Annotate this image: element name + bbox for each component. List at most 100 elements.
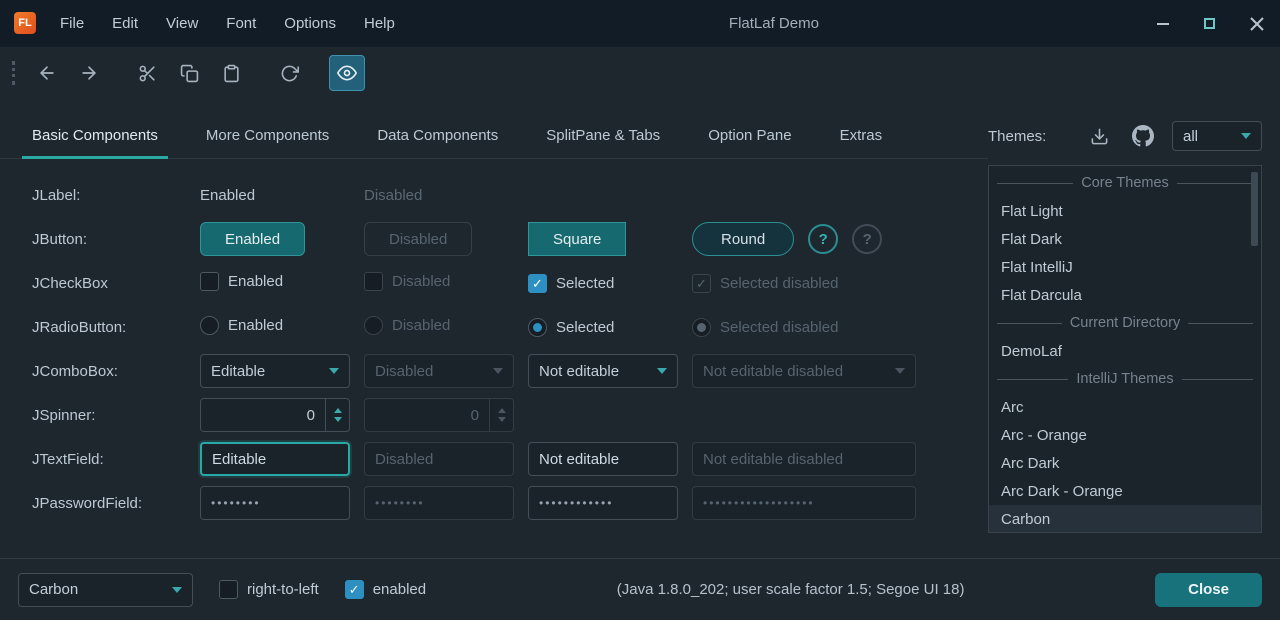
theme-item[interactable]: Flat Light	[989, 197, 1261, 225]
chevron-down-icon	[1241, 133, 1251, 139]
tab-data-components[interactable]: Data Components	[367, 113, 508, 158]
jbutton-disabled: Disabled	[364, 222, 472, 256]
theme-item[interactable]: Arc	[989, 393, 1261, 421]
tab-option-pane[interactable]: Option Pane	[698, 113, 801, 158]
cut-button[interactable]	[129, 55, 165, 91]
spinner-up-icon[interactable]	[334, 408, 342, 413]
theme-item[interactable]: Flat Dark	[989, 225, 1261, 253]
copy-icon	[180, 64, 199, 83]
tab-basic-components[interactable]: Basic Components	[22, 113, 168, 158]
radio-label: Enabled	[228, 317, 283, 334]
theme-item[interactable]: Arc Dark - Orange	[989, 477, 1261, 505]
spinner-enabled[interactable]: 0	[200, 398, 350, 432]
jbutton-square[interactable]: Square	[528, 222, 626, 256]
combobox-editable[interactable]: Editable	[200, 354, 350, 388]
menu-font[interactable]: Font	[212, 0, 270, 47]
radio-icon	[200, 316, 219, 335]
app-logo-icon: FL	[14, 12, 36, 34]
textfield-not-editable[interactable]: Not editable	[528, 442, 678, 476]
scrollbar-thumb[interactable]	[1251, 172, 1258, 246]
radio-selected[interactable]: Selected	[528, 318, 614, 337]
themes-label: Themes:	[988, 128, 1046, 145]
checkbox-checked-icon: ✓	[345, 580, 364, 599]
checkbox-checked-icon: ✓	[528, 274, 547, 293]
basic-components-grid: JLabel: Enabled Disabled JButton: Enable…	[0, 159, 988, 525]
maximize-icon	[1204, 18, 1215, 29]
refresh-button[interactable]	[271, 55, 307, 91]
checkbox-label: Selected	[556, 275, 614, 292]
close-button[interactable]: Close	[1155, 573, 1262, 607]
combobox-not-editable[interactable]: Not editable	[528, 354, 678, 388]
rtl-checkbox-label: right-to-left	[247, 581, 319, 598]
checkbox-label: Disabled	[392, 273, 450, 290]
theme-item[interactable]: Arc Dark	[989, 449, 1261, 477]
jbutton-enabled[interactable]: Enabled	[200, 222, 305, 256]
statusbar: Carbon right-to-left ✓ enabled (Java 1.8…	[0, 558, 1280, 620]
eye-icon	[337, 63, 357, 83]
minimize-button[interactable]	[1139, 0, 1186, 47]
spinner-value: 0	[365, 399, 489, 431]
copy-button[interactable]	[171, 55, 207, 91]
combobox-value: Disabled	[375, 363, 433, 380]
row-label-jbutton: JButton:	[32, 231, 200, 248]
radio-enabled[interactable]: Enabled	[200, 316, 283, 335]
tab-more-components[interactable]: More Components	[196, 113, 339, 158]
paste-button[interactable]	[213, 55, 249, 91]
spinner-value[interactable]: 0	[201, 399, 325, 431]
radio-selected-disabled: Selected disabled	[692, 318, 838, 337]
spinner-down-icon[interactable]	[334, 417, 342, 422]
checkbox-icon	[200, 272, 219, 291]
refresh-icon	[280, 64, 299, 83]
rtl-checkbox[interactable]: right-to-left	[219, 580, 319, 599]
menu-help[interactable]: Help	[350, 0, 409, 47]
row-label-jcombobox: JComboBox:	[32, 363, 200, 380]
close-window-button[interactable]	[1233, 0, 1280, 47]
theme-item[interactable]: DemoLaf	[989, 337, 1261, 365]
forward-button[interactable]	[71, 55, 107, 91]
jbutton-round[interactable]: Round	[692, 222, 794, 256]
theme-item[interactable]: Arc - Orange	[989, 421, 1261, 449]
github-button[interactable]	[1128, 121, 1158, 151]
theme-item[interactable]: Flat Darcula	[989, 281, 1261, 309]
help-button-disabled: ?	[852, 224, 882, 254]
row-label-jpasswordfield: JPasswordField:	[32, 495, 200, 512]
menu-file[interactable]: File	[46, 0, 98, 47]
checkbox-icon	[364, 272, 383, 291]
spinner-buttons[interactable]	[325, 399, 349, 431]
download-theme-button[interactable]	[1084, 121, 1114, 151]
tab-splitpane-tabs[interactable]: SplitPane & Tabs	[536, 113, 670, 158]
textfield-editable[interactable]: Editable	[200, 442, 350, 476]
row-label-jspinner: JSpinner:	[32, 407, 200, 424]
toolbar-grip-icon[interactable]	[12, 61, 15, 85]
chevron-down-icon	[895, 368, 905, 374]
jlabel-disabled: Disabled	[364, 187, 528, 204]
inspect-toggle-button[interactable]	[329, 55, 365, 91]
combobox-disabled: Disabled	[364, 354, 514, 388]
checkbox-disabled: Disabled	[364, 272, 450, 291]
checkbox-enabled[interactable]: Enabled	[200, 272, 283, 291]
chevron-down-icon	[172, 587, 182, 593]
themes-header: Themes: all	[988, 113, 1262, 159]
theme-item-selected[interactable]: Carbon	[989, 505, 1261, 533]
row-label-jradiobutton: JRadioButton:	[32, 319, 200, 336]
textfield-not-editable-disabled: Not editable disabled	[692, 442, 916, 476]
row-label-jtextfield: JTextField:	[32, 451, 200, 468]
tab-extras[interactable]: Extras	[830, 113, 893, 158]
maximize-button[interactable]	[1186, 0, 1233, 47]
back-button[interactable]	[29, 55, 65, 91]
main-area: Basic Components More Components Data Co…	[0, 99, 1280, 558]
menu-view[interactable]: View	[152, 0, 212, 47]
checkbox-selected[interactable]: ✓ Selected	[528, 274, 614, 293]
help-button[interactable]: ?	[808, 224, 838, 254]
enabled-checkbox[interactable]: ✓ enabled	[345, 580, 426, 599]
passwordfield-enabled[interactable]: ••••••••	[200, 486, 350, 520]
menu-options[interactable]: Options	[270, 0, 350, 47]
radio-icon	[364, 316, 383, 335]
menubar: File Edit View Font Options Help	[46, 0, 409, 47]
theme-combobox[interactable]: Carbon	[18, 573, 193, 607]
theme-item[interactable]: Flat IntelliJ	[989, 253, 1261, 281]
theme-filter-combobox[interactable]: all	[1172, 121, 1262, 151]
passwordfield-not-editable[interactable]: ••••••••••••	[528, 486, 678, 520]
menu-edit[interactable]: Edit	[98, 0, 152, 47]
theme-combobox-value: Carbon	[29, 581, 78, 598]
